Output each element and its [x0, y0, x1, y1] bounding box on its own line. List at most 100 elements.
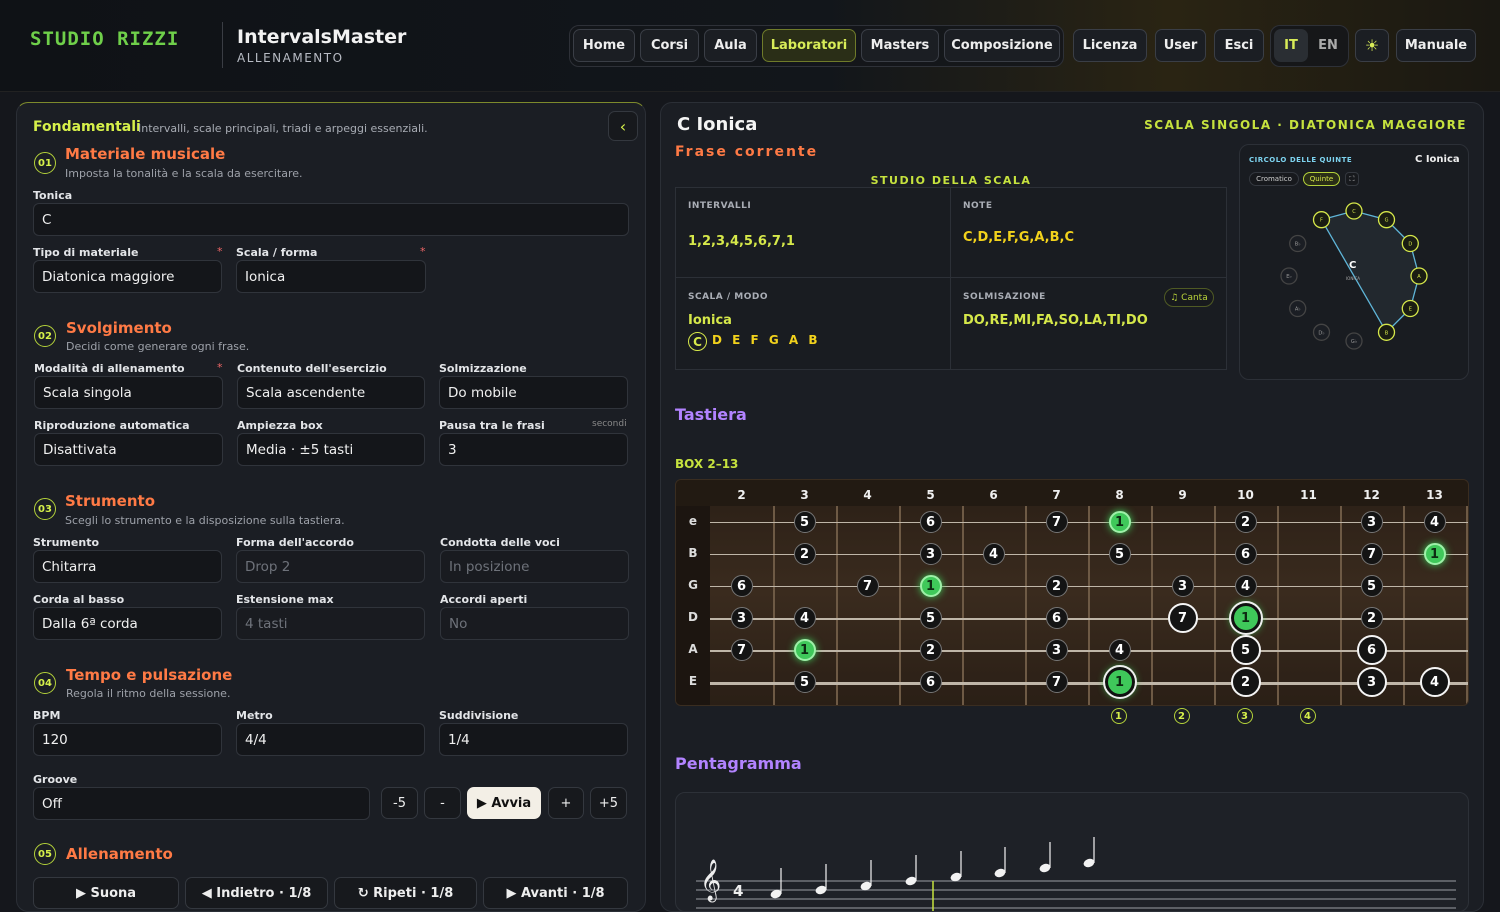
nav-masters[interactable]: Masters	[861, 29, 939, 62]
nav-esci[interactable]: Esci	[1214, 29, 1264, 62]
fretboard-note[interactable]: 5	[1360, 575, 1383, 597]
nav-licenza[interactable]: Licenza	[1073, 29, 1147, 62]
fretboard-note[interactable]: 6	[1356, 635, 1387, 665]
pausa-input[interactable]: 3	[439, 433, 628, 466]
fretboard-note[interactable]: 1	[1423, 543, 1446, 565]
fretboard-note[interactable]: 4	[1423, 511, 1446, 533]
start-button[interactable]: ▶ Avvia	[467, 787, 541, 819]
fretboard-note[interactable]: 5	[793, 511, 816, 533]
fretboard-note[interactable]: 1	[793, 639, 816, 661]
fretboard-note[interactable]: 6	[1234, 543, 1257, 565]
fretboard-note[interactable]: 3	[919, 543, 942, 565]
fretboard-note[interactable]: 2	[1234, 511, 1257, 533]
amp-select[interactable]: Media · ±5 tasti	[237, 433, 425, 466]
fretboard-note[interactable]: 5	[1230, 635, 1261, 665]
fretboard-note[interactable]: 7	[856, 575, 879, 597]
back-button[interactable]: ◀ Indietro · 1/8	[185, 877, 328, 909]
play-button[interactable]: ▶ Suona	[33, 877, 179, 909]
fretboard-note[interactable]: 3	[730, 607, 753, 629]
circle-note[interactable]: B	[1377, 323, 1396, 341]
fretboard-note[interactable]: 4	[1234, 575, 1257, 597]
chromatic-toggle[interactable]: Cromatico	[1249, 172, 1299, 186]
fretboard-note[interactable]: 2	[919, 639, 942, 661]
sun-icon[interactable]: ☀	[1355, 29, 1389, 62]
cont-select[interactable]: Scala ascendente	[237, 376, 425, 409]
fretboard-note[interactable]: 2	[1230, 667, 1261, 697]
fretboard-note[interactable]: 1	[1102, 665, 1137, 699]
bpm-plus5-button[interactable]: +5	[590, 787, 627, 819]
nav-user[interactable]: User	[1155, 29, 1206, 62]
fretboard-note[interactable]: 7	[1045, 671, 1068, 693]
fretboard-note[interactable]: 7	[1360, 543, 1383, 565]
fretboard-note[interactable]: 1	[1108, 511, 1131, 533]
fretboard-note[interactable]: 3	[1045, 639, 1068, 661]
lang-it[interactable]: IT	[1274, 29, 1308, 62]
fifths-toggle[interactable]: Quinte	[1303, 172, 1340, 186]
bpm-minus-button[interactable]: -	[424, 787, 461, 819]
nav-corsi[interactable]: Corsi	[640, 29, 699, 62]
fretboard-note[interactable]: 4	[982, 543, 1005, 565]
fretboard-note[interactable]: 3	[1356, 667, 1387, 697]
circle-note[interactable]: D	[1401, 234, 1419, 253]
rip-select[interactable]: Disattivata	[34, 433, 223, 466]
scala-select[interactable]: Ionica	[236, 260, 426, 293]
repeat-button[interactable]: ↻ Ripeti · 1/8	[334, 877, 477, 909]
groove-select[interactable]: Off	[33, 787, 370, 820]
fretboard-note[interactable]: 6	[730, 575, 753, 597]
fretboard-note[interactable]: 5	[1108, 543, 1131, 565]
sudd-select[interactable]: 1/4	[439, 723, 628, 756]
corda-select[interactable]: Dalla 6ª corda	[33, 607, 222, 640]
circle-note[interactable]: A♭	[1289, 299, 1307, 318]
fretboard-note[interactable]: 6	[1045, 607, 1068, 629]
est-select[interactable]: 4 tasti	[236, 607, 425, 640]
lang-en[interactable]: EN	[1311, 29, 1345, 62]
fretboard-note[interactable]: 1	[1228, 601, 1263, 635]
metro-select[interactable]: 4/4	[236, 723, 425, 756]
bpm-plus-button[interactable]: +	[548, 787, 584, 819]
fretboard-note[interactable]: 6	[919, 671, 942, 693]
fretboard-note[interactable]: 7	[1045, 511, 1068, 533]
fretboard-note[interactable]: 3	[1360, 511, 1383, 533]
fretboard-note[interactable]: 2	[1045, 575, 1068, 597]
fretboard-note[interactable]: 7	[1167, 603, 1198, 633]
fretboard-note[interactable]: 1	[919, 575, 942, 597]
circle-note[interactable]: E	[1401, 299, 1419, 318]
cond-select[interactable]: In posizione	[440, 550, 629, 583]
circle-note[interactable]: B♭	[1289, 234, 1307, 253]
circle-note[interactable]: C	[1345, 202, 1363, 220]
fretboard-note[interactable]: 4	[1108, 639, 1131, 661]
nav-composizione[interactable]: Composizione	[944, 29, 1060, 62]
fretboard-note[interactable]: 3	[1171, 575, 1194, 597]
acc-select[interactable]: No	[440, 607, 629, 640]
tipo-select[interactable]: Diatonica maggiore	[33, 260, 222, 293]
fretboard-note[interactable]: 2	[793, 543, 816, 565]
fretboard-note[interactable]: 6	[919, 511, 942, 533]
circle-note[interactable]: F	[1312, 211, 1331, 229]
circle-note[interactable]: G	[1377, 211, 1396, 229]
sing-button[interactable]: ♫ Canta	[1164, 288, 1214, 307]
circle-note[interactable]: A	[1410, 267, 1428, 285]
bpm-minus5-button[interactable]: -5	[381, 787, 418, 819]
solm-select[interactable]: Do mobile	[439, 376, 628, 409]
fretboard-note[interactable]: 5	[793, 671, 816, 693]
expand-icon[interactable]: ⛶	[1345, 172, 1359, 186]
circle-note[interactable]: E♭	[1280, 267, 1298, 285]
fretboard-note[interactable]: 7	[730, 639, 753, 661]
manual-button[interactable]: Manuale	[1396, 29, 1476, 62]
fretboard-note[interactable]: 5	[919, 607, 942, 629]
fretboard-note[interactable]: 2	[1360, 607, 1383, 629]
circle-note[interactable]: G♭	[1345, 332, 1363, 350]
nav-aula[interactable]: Aula	[704, 29, 757, 62]
nav-laboratori[interactable]: Laboratori	[762, 29, 856, 62]
nav-home[interactable]: Home	[573, 29, 635, 62]
bpm-input[interactable]: 120	[33, 723, 222, 756]
forward-button[interactable]: ▶ Avanti · 1/8	[483, 877, 628, 909]
tonica-field[interactable]: C	[33, 203, 629, 236]
collapse-button[interactable]: ‹	[608, 111, 638, 141]
circle-note[interactable]: D♭	[1312, 323, 1331, 341]
forma-select[interactable]: Drop 2	[236, 550, 425, 583]
mod-select[interactable]: Scala singola	[34, 376, 223, 409]
fretboard-note[interactable]: 4	[793, 607, 816, 629]
strumento-select[interactable]: Chitarra	[33, 550, 222, 583]
fretboard-note[interactable]: 4	[1419, 667, 1450, 697]
